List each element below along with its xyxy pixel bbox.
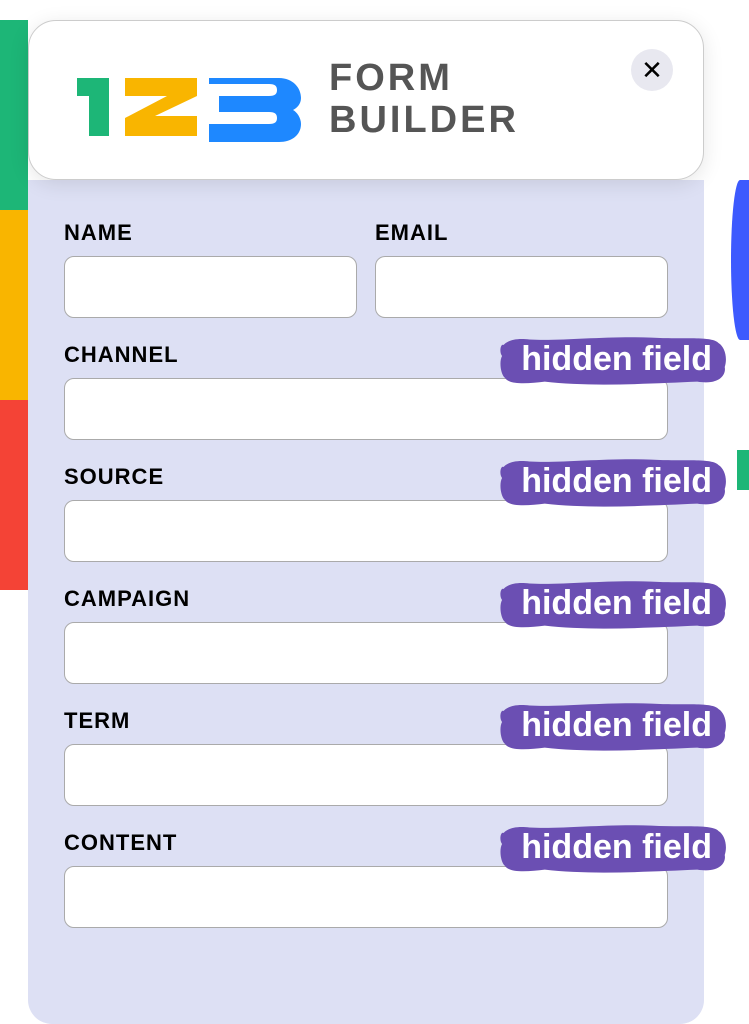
email-input[interactable] bbox=[375, 256, 668, 318]
channel-input[interactable] bbox=[64, 378, 668, 440]
email-label: EMAIL bbox=[375, 220, 668, 246]
close-button[interactable]: ✕ bbox=[631, 49, 673, 91]
stripe-blue bbox=[731, 180, 749, 340]
stripe-red bbox=[0, 400, 28, 590]
stripe-yellow bbox=[0, 210, 28, 400]
source-label: SOURCE bbox=[64, 464, 668, 490]
left-color-stripes bbox=[0, 20, 28, 590]
stripe-green bbox=[0, 20, 28, 210]
name-label: NAME bbox=[64, 220, 357, 246]
logo-text-line1: FORM bbox=[329, 58, 519, 100]
term-label: TERM bbox=[64, 708, 668, 734]
logo: FORM BUILDER bbox=[69, 50, 519, 150]
logo-text: FORM BUILDER bbox=[329, 58, 519, 142]
close-icon: ✕ bbox=[641, 55, 663, 86]
content-label: CONTENT bbox=[64, 830, 668, 856]
content-input[interactable] bbox=[64, 866, 668, 928]
campaign-input[interactable] bbox=[64, 622, 668, 684]
form-panel: NAME EMAIL CHANNEL hidden field SOURCE h… bbox=[28, 180, 704, 1024]
right-color-stripes bbox=[731, 180, 749, 340]
logo-text-line2: BUILDER bbox=[329, 100, 519, 142]
channel-label: CHANNEL bbox=[64, 342, 668, 368]
source-input[interactable] bbox=[64, 500, 668, 562]
term-input[interactable] bbox=[64, 744, 668, 806]
logo-123-icon bbox=[69, 50, 309, 150]
campaign-label: CAMPAIGN bbox=[64, 586, 668, 612]
header-card: FORM BUILDER ✕ bbox=[28, 20, 704, 180]
name-input[interactable] bbox=[64, 256, 357, 318]
stripe-green-right bbox=[737, 450, 749, 490]
